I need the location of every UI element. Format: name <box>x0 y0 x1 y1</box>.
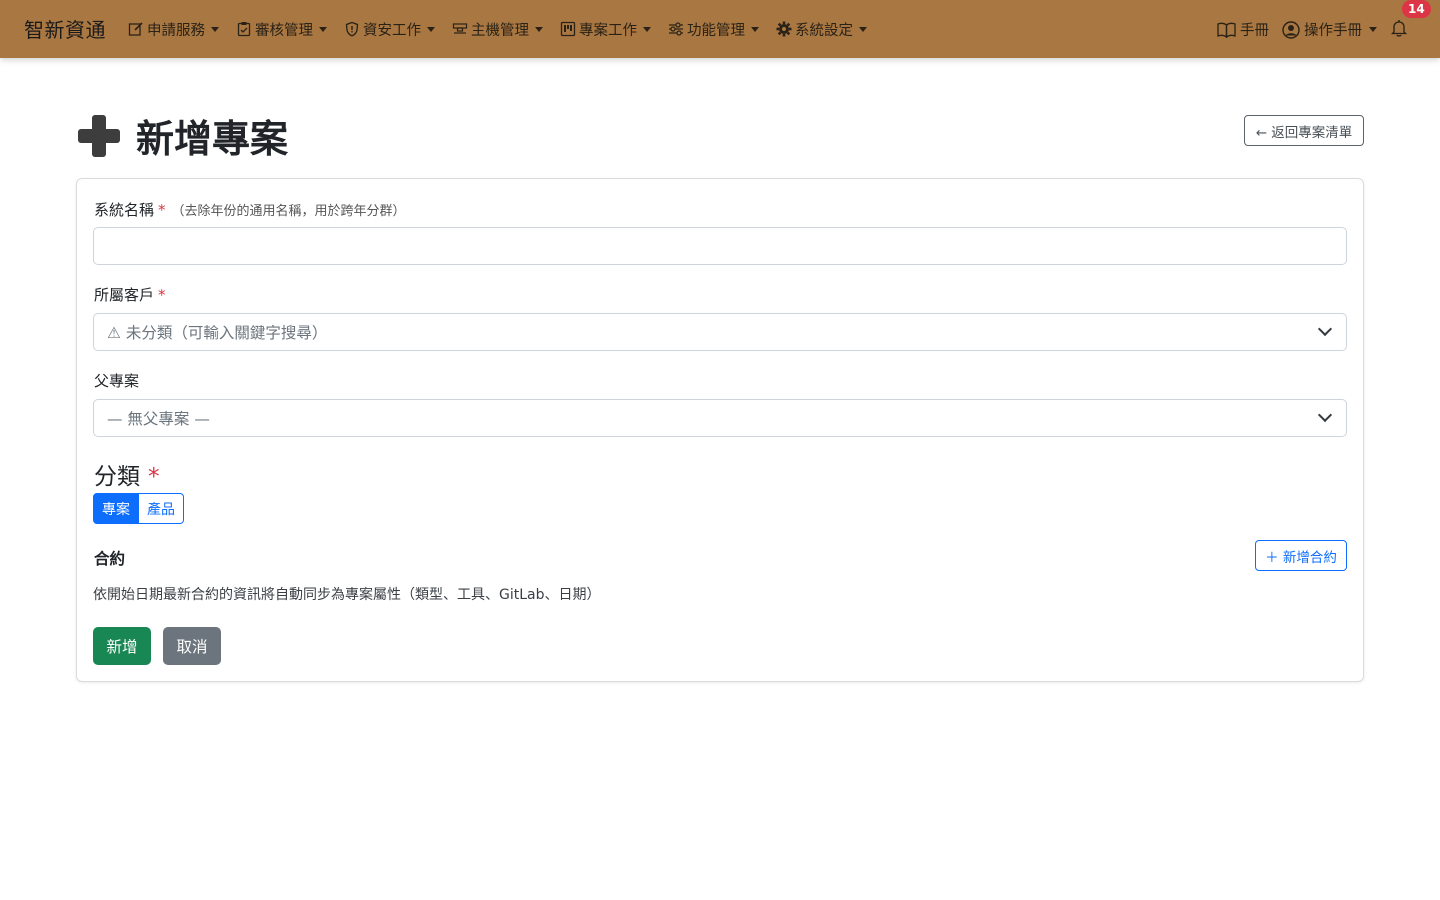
caret-down-icon <box>427 26 435 32</box>
server-icon <box>452 21 468 37</box>
parent-project-label: 父專案 <box>94 372 140 390</box>
nav-item-host-management[interactable]: 主機管理 <box>452 0 551 58</box>
required-mark: * <box>158 286 166 304</box>
nav-item-label: 申請服務 <box>147 22 205 39</box>
nav-item-feature-management[interactable]: 功能管理 <box>668 0 767 58</box>
shield-icon <box>344 21 360 37</box>
manual-link[interactable]: 手冊 <box>1217 19 1269 40</box>
nav-item-system-settings[interactable]: 系統設定 <box>776 0 875 58</box>
submit-button[interactable]: 新增 <box>93 627 151 665</box>
nav-item-security-work[interactable]: 資安工作 <box>344 0 443 58</box>
customer-select[interactable]: ⚠ 未分類（可輸入關鍵字搜尋） <box>93 313 1347 351</box>
category-option-project[interactable]: 專案 <box>93 493 139 524</box>
contract-heading: 合約 <box>94 550 126 568</box>
sliders-icon <box>668 21 684 37</box>
required-mark: * <box>158 201 166 219</box>
required-mark: * <box>148 464 160 490</box>
gear-icon <box>776 21 792 37</box>
page-title-text: 新增專案 <box>136 117 289 161</box>
back-to-project-list-button[interactable]: ← 返回專案清單 <box>1244 115 1364 146</box>
bell-icon <box>1390 19 1408 37</box>
nav-item-label: 資安工作 <box>363 22 421 39</box>
chevron-down-icon <box>1317 407 1333 423</box>
category-option-product[interactable]: 產品 <box>139 493 184 524</box>
kanban-icon <box>560 21 576 37</box>
contract-description: 依開始日期最新合約的資訊將自動同步為專案屬性（類型、工具、GitLab、日期） <box>93 587 601 603</box>
book-icon <box>1217 22 1236 38</box>
category-toggle-group: 專案 產品 <box>93 493 184 524</box>
parent-project-select[interactable]: — 無父專案 — <box>93 399 1347 437</box>
nav-item-label: 專案工作 <box>579 22 637 39</box>
user-menu-label: 操作手冊 <box>1304 23 1362 39</box>
nav-item-apply-service[interactable]: 申請服務 <box>128 0 227 58</box>
parent-project-select-value: — 無父專案 — <box>107 410 210 428</box>
category-heading-text: 分類 <box>94 464 140 490</box>
caret-down-icon <box>859 26 867 32</box>
system-name-input[interactable] <box>93 227 1347 265</box>
top-navbar: 智新資通 申請服務 審核管理 資安工作 主機管理 專案工作 功能管理 系統設定 … <box>0 0 1440 58</box>
project-form-card: 系統名稱 * （去除年份的通用名稱，用於跨年分群） 所屬客戶 * ⚠ 未分類（可輸入關… <box>76 178 1364 682</box>
nav-item-label: 功能管理 <box>687 22 745 39</box>
chevron-down-icon <box>1317 321 1333 337</box>
nav-item-project-work[interactable]: 專案工作 <box>560 0 659 58</box>
notification-button[interactable] <box>1390 19 1408 37</box>
pencil-square-icon <box>128 21 144 37</box>
person-circle-icon <box>1282 20 1300 39</box>
cancel-button[interactable]: 取消 <box>163 627 221 665</box>
caret-down-icon <box>319 26 327 32</box>
caret-down-icon <box>751 26 759 32</box>
clipboard-check-icon <box>236 21 252 37</box>
customer-label-text: 所屬客戶 <box>94 286 155 304</box>
customer-select-value: ⚠ 未分類（可輸入關鍵字搜尋） <box>107 324 328 342</box>
system-name-hint: （去除年份的通用名稱，用於跨年分群） <box>171 204 406 219</box>
caret-down-icon <box>535 26 543 32</box>
nav-item-label: 系統設定 <box>795 22 853 39</box>
nav-menu: 申請服務 審核管理 資安工作 主機管理 專案工作 功能管理 系統設定 <box>128 0 884 58</box>
manual-label: 手冊 <box>1240 23 1269 39</box>
caret-down-icon <box>643 26 651 32</box>
notification-badge: 14 <box>1402 0 1431 18</box>
nav-item-label: 審核管理 <box>255 22 313 39</box>
page-title: 新增專案 <box>76 108 288 163</box>
system-name-label-text: 系統名稱 <box>94 201 155 219</box>
brand-logo[interactable]: 智新資通 <box>24 14 106 43</box>
nav-item-review-management[interactable]: 審核管理 <box>236 0 335 58</box>
add-contract-button[interactable]: ＋ 新增合約 <box>1255 540 1347 571</box>
nav-item-label: 主機管理 <box>471 22 529 39</box>
caret-down-icon <box>1369 27 1377 32</box>
caret-down-icon <box>211 26 219 32</box>
plus-icon <box>76 113 122 159</box>
category-heading: 分類 * <box>94 457 160 491</box>
system-name-label: 系統名稱 * （去除年份的通用名稱，用於跨年分群） <box>94 199 406 220</box>
customer-label: 所屬客戶 * <box>94 284 166 305</box>
user-menu[interactable]: 操作手冊 <box>1282 19 1377 40</box>
